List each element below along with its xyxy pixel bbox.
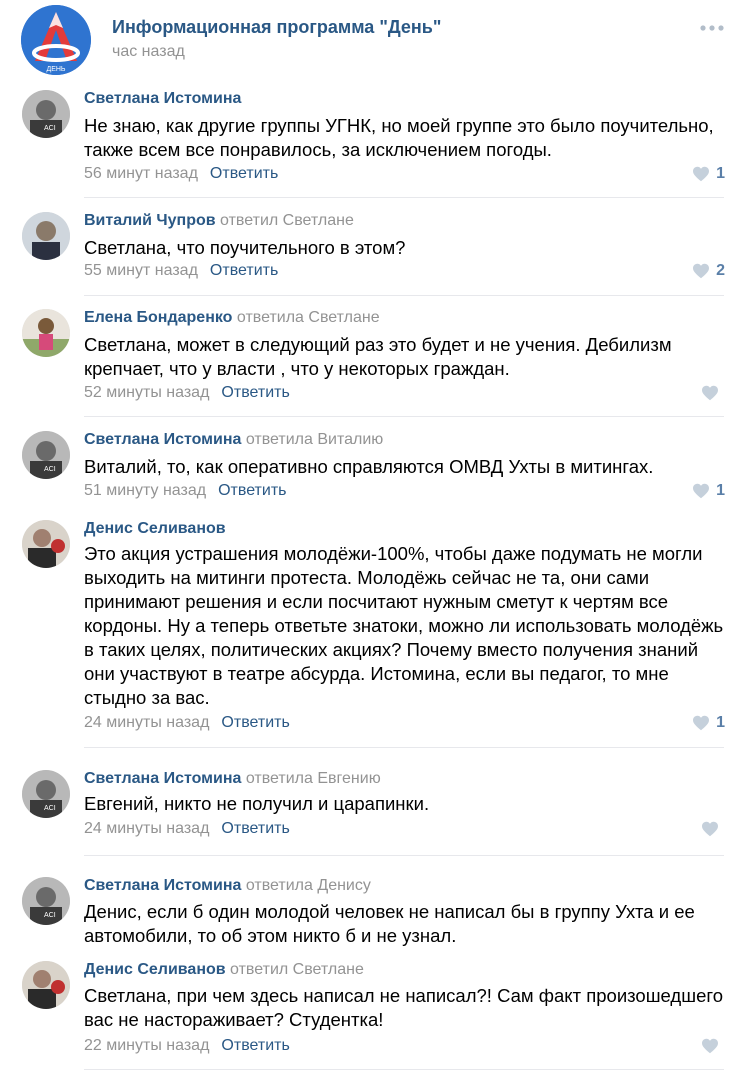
comment-author-line: Елена Бондаренко ответила Светлане (84, 309, 380, 326)
reply-button[interactable]: Ответить (221, 1037, 289, 1054)
comment-meta: 51 минуту назад Ответить (84, 481, 286, 501)
commenter-avatar[interactable]: ACI (22, 877, 70, 925)
comment-divider (84, 855, 724, 856)
like-count: 1 (716, 482, 725, 499)
comment-text: Светлана, при чем здесь написал не напис… (84, 985, 723, 1030)
commenter-avatar[interactable] (22, 961, 70, 1009)
comment-divider (84, 747, 724, 748)
group-logo-caption: ДЕНЬ (46, 66, 65, 73)
comment-meta: 56 минут назад Ответить (84, 164, 278, 184)
like-button[interactable]: 1 (692, 713, 725, 733)
comment-author-line: Светлана Истомина ответила Евгению (84, 770, 381, 787)
like-count: 1 (716, 165, 725, 182)
comment-text: Евгений, никто не получил и царапинки. (84, 793, 430, 814)
like-button[interactable]: 1 (692, 481, 725, 501)
svg-text:ACI: ACI (44, 466, 56, 473)
like-button[interactable]: 1 (692, 164, 725, 184)
group-logo-icon: ДЕНЬ (21, 5, 91, 75)
commenter-avatar[interactable] (22, 309, 70, 357)
more-dots-icon[interactable] (697, 18, 727, 38)
comment-text: Светлана, что поучительного в этом? (84, 237, 406, 258)
reply-button[interactable]: Ответить (221, 384, 289, 401)
reply-button[interactable]: Ответить (210, 165, 278, 182)
reply-button[interactable]: Ответить (218, 482, 286, 499)
commenter-avatar[interactable]: ACI (22, 770, 70, 818)
like-button[interactable]: 2 (692, 261, 725, 281)
comment-author[interactable]: Виталий Чупров (84, 212, 216, 229)
comment-time[interactable]: 56 минут назад (84, 165, 198, 182)
like-button[interactable] (701, 1036, 725, 1056)
comment-author[interactable]: Денис Селиванов (84, 520, 226, 537)
heart-icon (693, 166, 710, 182)
like-count: 2 (716, 262, 725, 279)
comment-time[interactable]: 52 минуты назад (84, 384, 209, 401)
svg-text:ACI: ACI (44, 805, 56, 812)
comment-author-line: Денис Селиванов ответил Светлане (84, 961, 364, 978)
comment-text: Виталий, то, как оперативно справляются … (84, 456, 654, 477)
comment-time[interactable]: 55 минут назад (84, 262, 198, 279)
post-header: ДЕНЬ Информационная программа "День" час… (0, 0, 743, 80)
comment-author[interactable]: Светлана Истомина (84, 431, 241, 448)
comment-author[interactable]: Светлана Истомина (84, 877, 241, 894)
comment-meta: 52 минуты назад Ответить (84, 383, 290, 403)
comment-text: Денис, если б один молодой человек не на… (84, 901, 695, 946)
heart-icon (702, 385, 718, 401)
comment-text: Это акция устрашения молодёжи-100%, чтоб… (84, 543, 724, 708)
comment-meta: 24 минуты назад Ответить (84, 819, 290, 839)
comment-time[interactable]: 51 минуту назад (84, 482, 206, 499)
svg-text:ACI: ACI (44, 912, 56, 919)
group-name[interactable]: Информационная программа "День" (112, 17, 441, 38)
comment-divider (84, 197, 724, 198)
post-time[interactable]: час назад (112, 43, 185, 61)
comment-author-line: Светлана Истомина ответила Денису (84, 877, 371, 894)
like-button[interactable] (701, 383, 725, 403)
comment-author-line: Светлана Истомина (84, 89, 241, 109)
heart-icon (693, 715, 710, 731)
comment-author[interactable]: Светлана Истомина (84, 770, 241, 787)
heart-icon (693, 263, 710, 279)
comment-author-line: Виталий Чупров ответил Светлане (84, 212, 354, 229)
comment-author[interactable]: Светлана Истомина (84, 90, 241, 107)
comment-divider (84, 1069, 724, 1070)
comment-text: Светлана, может в следующий раз это буде… (84, 334, 672, 379)
comment-divider (84, 416, 724, 417)
comment-author[interactable]: Елена Бондаренко (84, 309, 232, 326)
commenter-avatar[interactable] (22, 520, 70, 568)
reply-button[interactable]: Ответить (210, 262, 278, 279)
comment-text: Не знаю, как другие группы УГНК, но моей… (84, 115, 714, 160)
reply-button[interactable]: Ответить (221, 714, 289, 731)
heart-icon (693, 483, 710, 499)
commenter-avatar[interactable] (22, 212, 70, 260)
comment-author[interactable]: Денис Селиванов (84, 961, 226, 978)
group-avatar[interactable]: ДЕНЬ (21, 5, 91, 75)
comment-time[interactable]: 24 минуты назад (84, 714, 209, 731)
svg-text:ACI: ACI (44, 125, 56, 132)
comment-meta: 22 минуты назад Ответить (84, 1036, 290, 1056)
comment-meta: 55 минут назад Ответить (84, 261, 278, 281)
reply-button[interactable]: Ответить (221, 820, 289, 837)
heart-icon (702, 1038, 718, 1054)
comment-divider (84, 295, 724, 296)
comment-meta: 24 минуты назад Ответить (84, 713, 290, 733)
commenter-avatar[interactable]: ACI (22, 431, 70, 479)
comment-time[interactable]: 24 минуты назад (84, 820, 209, 837)
heart-icon (702, 821, 718, 837)
like-count: 1 (716, 714, 725, 731)
comment-author-line: Денис Селиванов (84, 519, 226, 539)
comment-time[interactable]: 22 минуты назад (84, 1037, 209, 1054)
like-button[interactable] (701, 819, 725, 839)
commenter-avatar[interactable]: ACI (22, 90, 70, 138)
comment-author-line: Светлана Истомина ответила Виталию (84, 431, 384, 448)
